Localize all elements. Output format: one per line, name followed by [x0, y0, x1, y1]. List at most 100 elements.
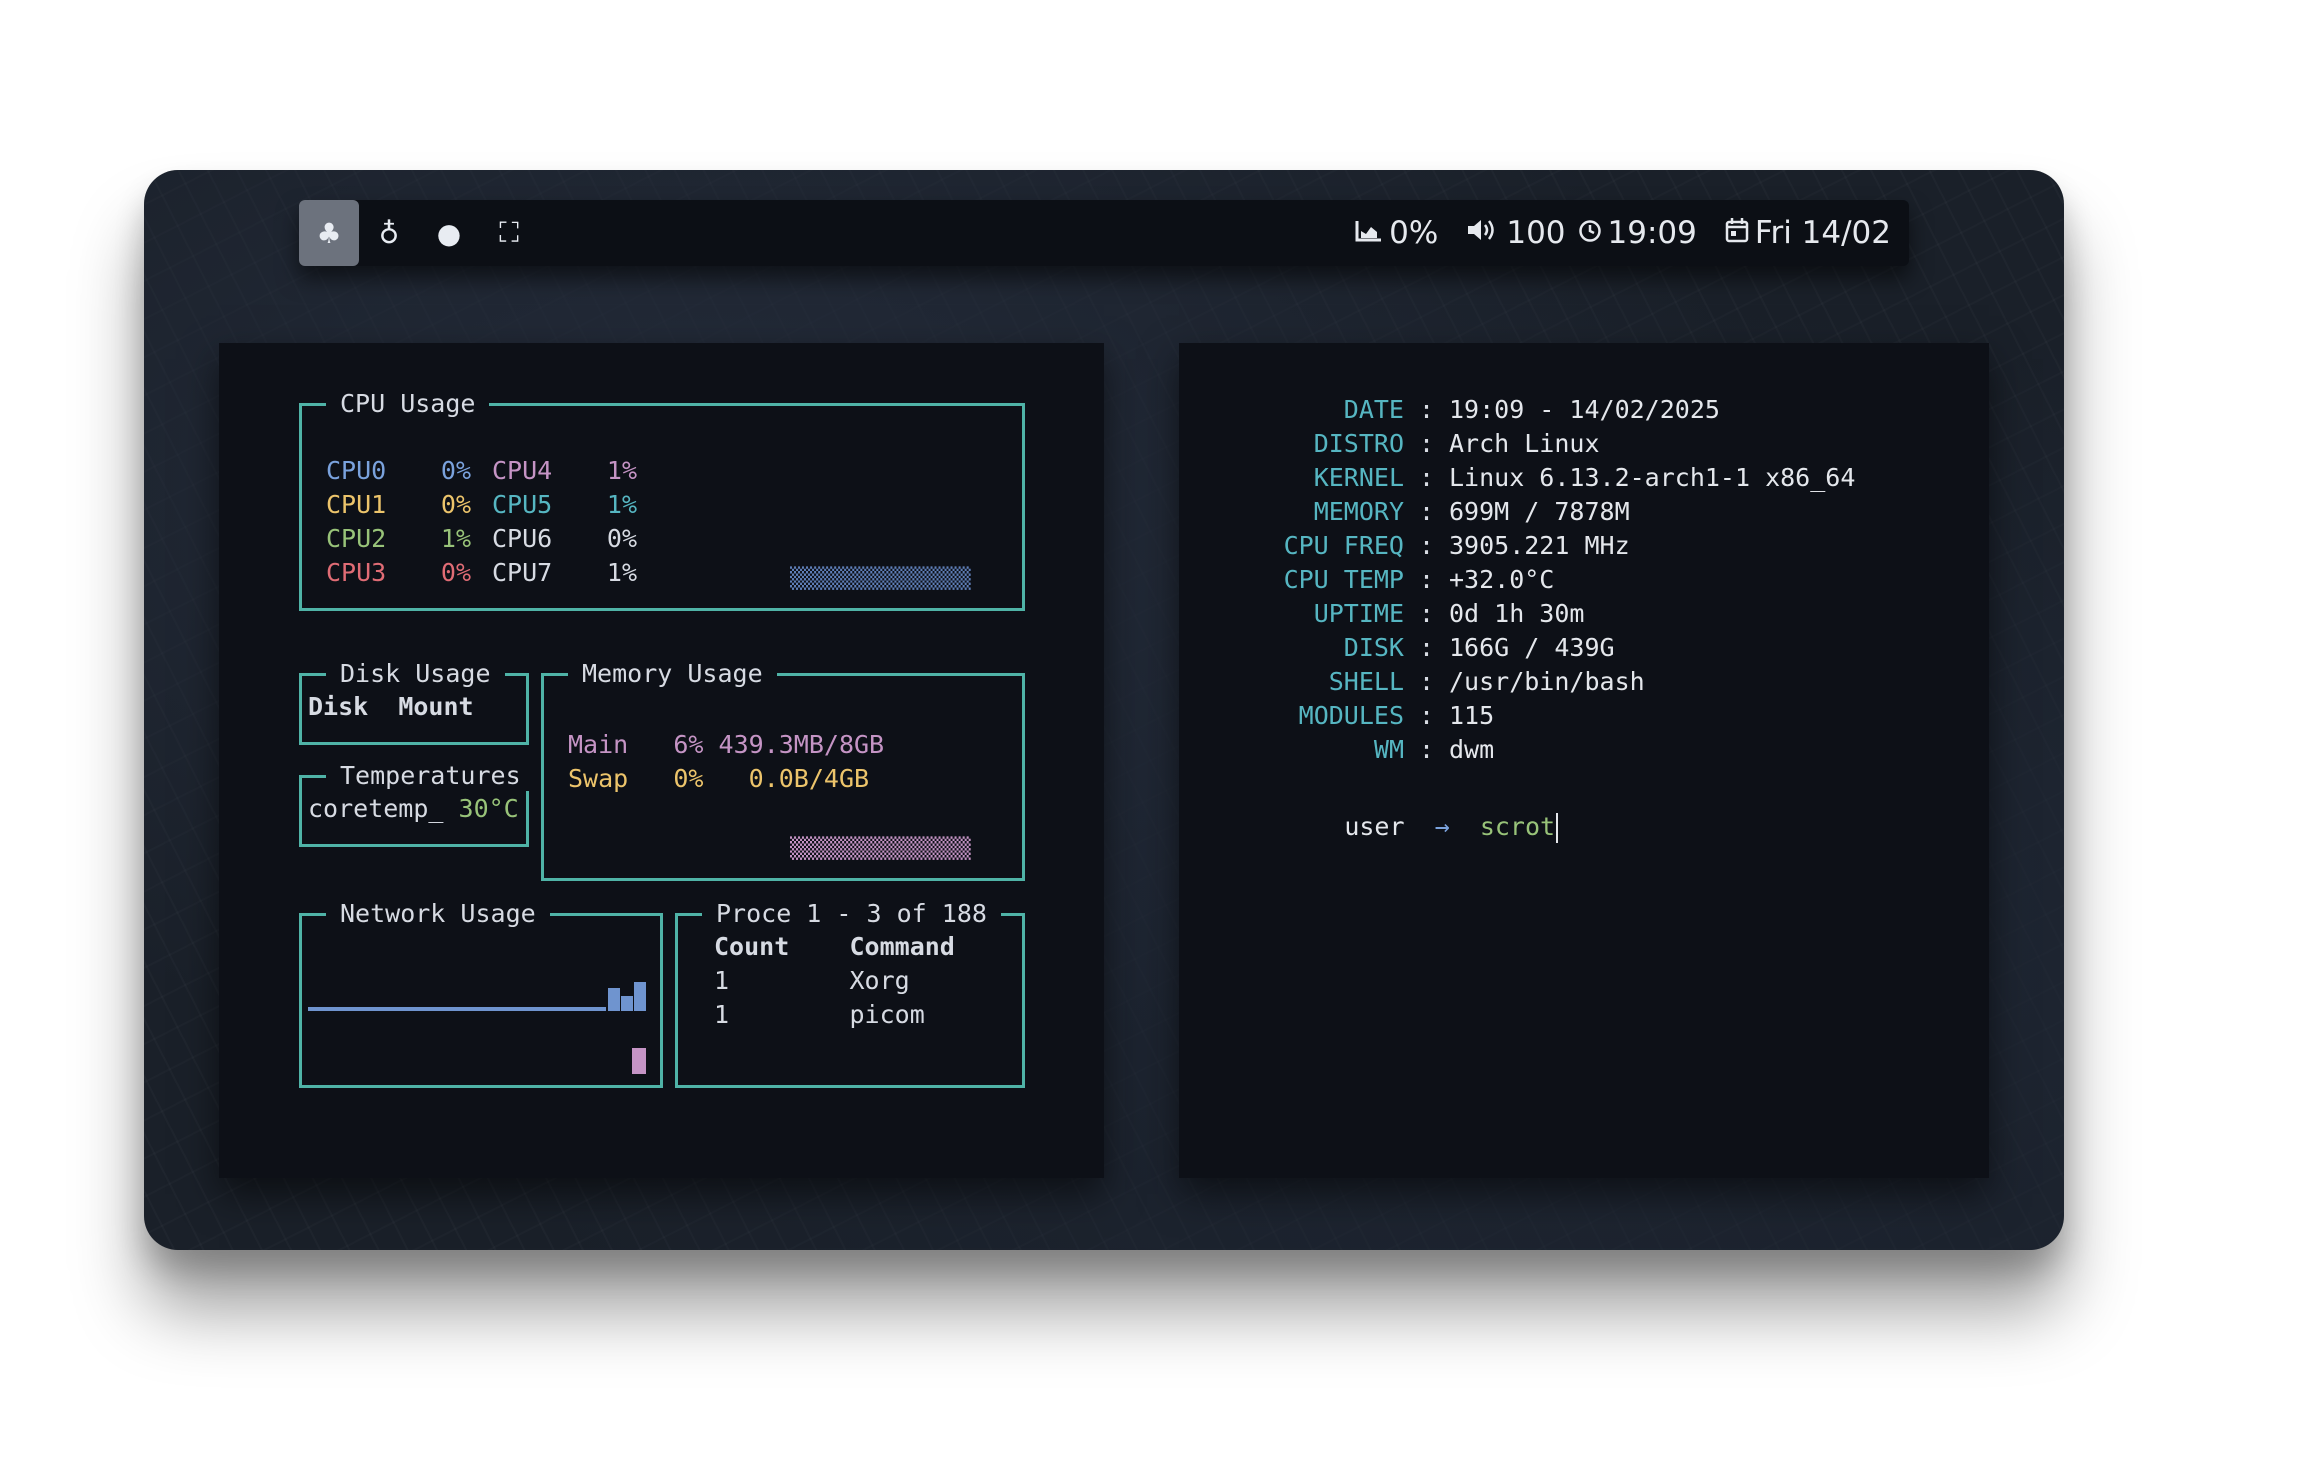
tag-2-button[interactable]: ♁	[359, 200, 419, 266]
volume-value[interactable]: 100	[1506, 215, 1565, 251]
cpu-graph: ▒▒▒▒▒▒▒▒▒▒▒▒▒▒▒	[790, 566, 971, 590]
info-separator: :	[1419, 429, 1435, 458]
disk-column-header: Disk Mount	[308, 692, 474, 721]
info-separator: :	[1419, 565, 1435, 594]
cpu-usage-title: CPU Usage	[326, 389, 490, 419]
cpu-core-label: CPU1	[326, 490, 387, 519]
info-value: 166G / 439G	[1449, 633, 1615, 662]
memory-swap-row: Swap 0% 0.0B/4GB	[568, 764, 870, 793]
cpu-core-label: CPU7	[492, 558, 553, 587]
cpu-core-value: 1%	[606, 558, 637, 587]
system-info-row: WM: dwm	[1179, 733, 1979, 767]
cpu-core-label: CPU4	[492, 456, 553, 485]
tag-3-button[interactable]: ●	[419, 200, 479, 266]
process-column-header: Count Command	[714, 932, 955, 961]
chart-icon	[1355, 217, 1383, 250]
system-info-row: MODULES:115	[1179, 699, 1979, 733]
terminal-window[interactable]: DATE:19:09 - 14/02/2025 DISTRO: Arch Linux…	[1179, 343, 1989, 1178]
system-info-row: KERNEL: Linux 6.13.2-arch1-1 x86_64	[1179, 461, 1979, 495]
info-separator: :	[1419, 735, 1435, 764]
info-key: MODULES	[1298, 701, 1404, 730]
disk-usage-box: Disk Usage Disk Mount	[299, 659, 529, 745]
info-key: SHELL	[1328, 667, 1404, 696]
info-value: +32.0°C	[1449, 565, 1555, 594]
process-box: Proce 1 - 3 of 188 Count Command 1 Xorg …	[675, 899, 1025, 1088]
status-bar: ♣ ♁ ● ⛶ 0% 100 19:09 Fri 14/02	[299, 200, 1909, 266]
date-value: Fri 14/02	[1754, 215, 1891, 251]
text-cursor	[1556, 813, 1559, 843]
cpu-core-value: 1%	[606, 490, 637, 519]
info-value: Linux 6.13.2-arch1-1 x86_64	[1449, 463, 1856, 492]
system-info-row: CPU TEMP: +32.0°C	[1179, 563, 1979, 597]
cpu-core-label: CPU3	[326, 558, 387, 587]
download-bar-3	[634, 982, 646, 1011]
temperatures-box: Temperatures coretemp_ 30°C	[299, 761, 535, 847]
fullscreen-icon: ⛶	[499, 216, 519, 249]
cpu-core-value: 0%	[440, 490, 471, 519]
system-info-row: DATE:19:09 - 14/02/2025	[1179, 393, 1979, 427]
cpu-core-value: 0%	[440, 456, 471, 485]
cpu-core-value: 1%	[606, 456, 637, 485]
info-separator: :	[1419, 599, 1435, 628]
prompt-arrow-icon: →	[1434, 812, 1450, 841]
info-key: DISTRO	[1313, 429, 1404, 458]
info-key: MEMORY	[1313, 497, 1404, 526]
system-info-row: MEMORY:699M / 7878M	[1179, 495, 1979, 529]
info-separator: :	[1419, 701, 1435, 730]
clock-icon	[1578, 217, 1602, 250]
process-row-1[interactable]: 1 Xorg	[714, 964, 910, 998]
memory-main-row: Main 6% 439.3MB/8GB	[568, 730, 885, 759]
info-value: 3905.221 MHz	[1449, 531, 1630, 560]
calendar-icon	[1725, 217, 1749, 250]
info-value: dwm	[1449, 735, 1495, 764]
system-info-list: DATE:19:09 - 14/02/2025 DISTRO: Arch Linux…	[1179, 393, 1979, 813]
info-key: DISK	[1343, 633, 1404, 662]
cpu-core-label: CPU0	[326, 456, 387, 485]
process-title: Proce 1 - 3 of 188	[702, 899, 1001, 929]
pineapple-icon: ♁	[378, 216, 400, 250]
system-info-row: DISK:166G / 439G	[1179, 631, 1979, 665]
info-separator: :	[1419, 463, 1435, 492]
info-key: WM	[1373, 735, 1404, 764]
temperatures-title: Temperatures	[326, 761, 535, 791]
cpu-core-label: CPU5	[492, 490, 553, 519]
tag-1-button[interactable]: ♣	[299, 200, 359, 266]
info-separator: :	[1419, 667, 1435, 696]
clock-value: 19:09	[1607, 215, 1697, 251]
info-separator: :	[1419, 633, 1435, 662]
disk-usage-title: Disk Usage	[326, 659, 505, 689]
apple-icon: ●	[436, 216, 462, 250]
cpu-core-label: CPU6	[492, 524, 553, 553]
tag-4-button[interactable]: ⛶	[479, 200, 539, 266]
info-key: KERNEL	[1313, 463, 1404, 492]
system-info-row: SHELL: /usr/bin/bash	[1179, 665, 1979, 699]
tag-list: ♣ ♁ ● ⛶	[299, 200, 539, 266]
cpu-core-value: 1%	[440, 524, 471, 553]
prompt-line[interactable]: user → scrot	[1254, 776, 1559, 878]
download-bar-1	[608, 988, 620, 1011]
prompt-command: scrot	[1479, 812, 1556, 841]
cpu-usage-box: CPU Usage CPU0 0% CPU1 0% CPU2 1% CPU3 0% CPU4 1%…	[299, 389, 1025, 611]
info-value: /usr/bin/bash	[1449, 667, 1645, 696]
info-key: DATE	[1343, 395, 1404, 424]
cpu-core-value: 0%	[440, 558, 471, 587]
info-key: CPU TEMP	[1283, 565, 1404, 594]
desktop-screen: ♣ ♁ ● ⛶ 0% 100 19:09 Fri 14/02 CPU Usage…	[144, 170, 2064, 1250]
info-value: 115	[1449, 701, 1495, 730]
info-key: UPTIME	[1313, 599, 1404, 628]
btop-window[interactable]: CPU Usage CPU0 0% CPU1 0% CPU2 1% CPU3 0% CPU4 1%…	[219, 343, 1104, 1178]
prompt-user: user	[1344, 812, 1405, 841]
info-separator: :	[1419, 497, 1435, 526]
info-value: Arch Linux	[1449, 429, 1600, 458]
cpu-core-label: CPU2	[326, 524, 387, 553]
cpu-core-value: 0%	[606, 524, 637, 553]
cpu-status-value: 0%	[1389, 215, 1439, 251]
memory-usage-title: Memory Usage	[568, 659, 777, 689]
info-separator: :	[1419, 531, 1435, 560]
info-value: 19:09 - 14/02/2025	[1449, 395, 1720, 424]
process-row-2[interactable]: 1 picom	[714, 998, 925, 1032]
status-widgets: 0% 100 19:09 Fri 14/02	[1355, 200, 1891, 266]
system-info-row: CPU FREQ:3905.221 MHz	[1179, 529, 1979, 563]
speaker-icon[interactable]	[1466, 217, 1500, 250]
info-key: CPU FREQ	[1283, 531, 1404, 560]
